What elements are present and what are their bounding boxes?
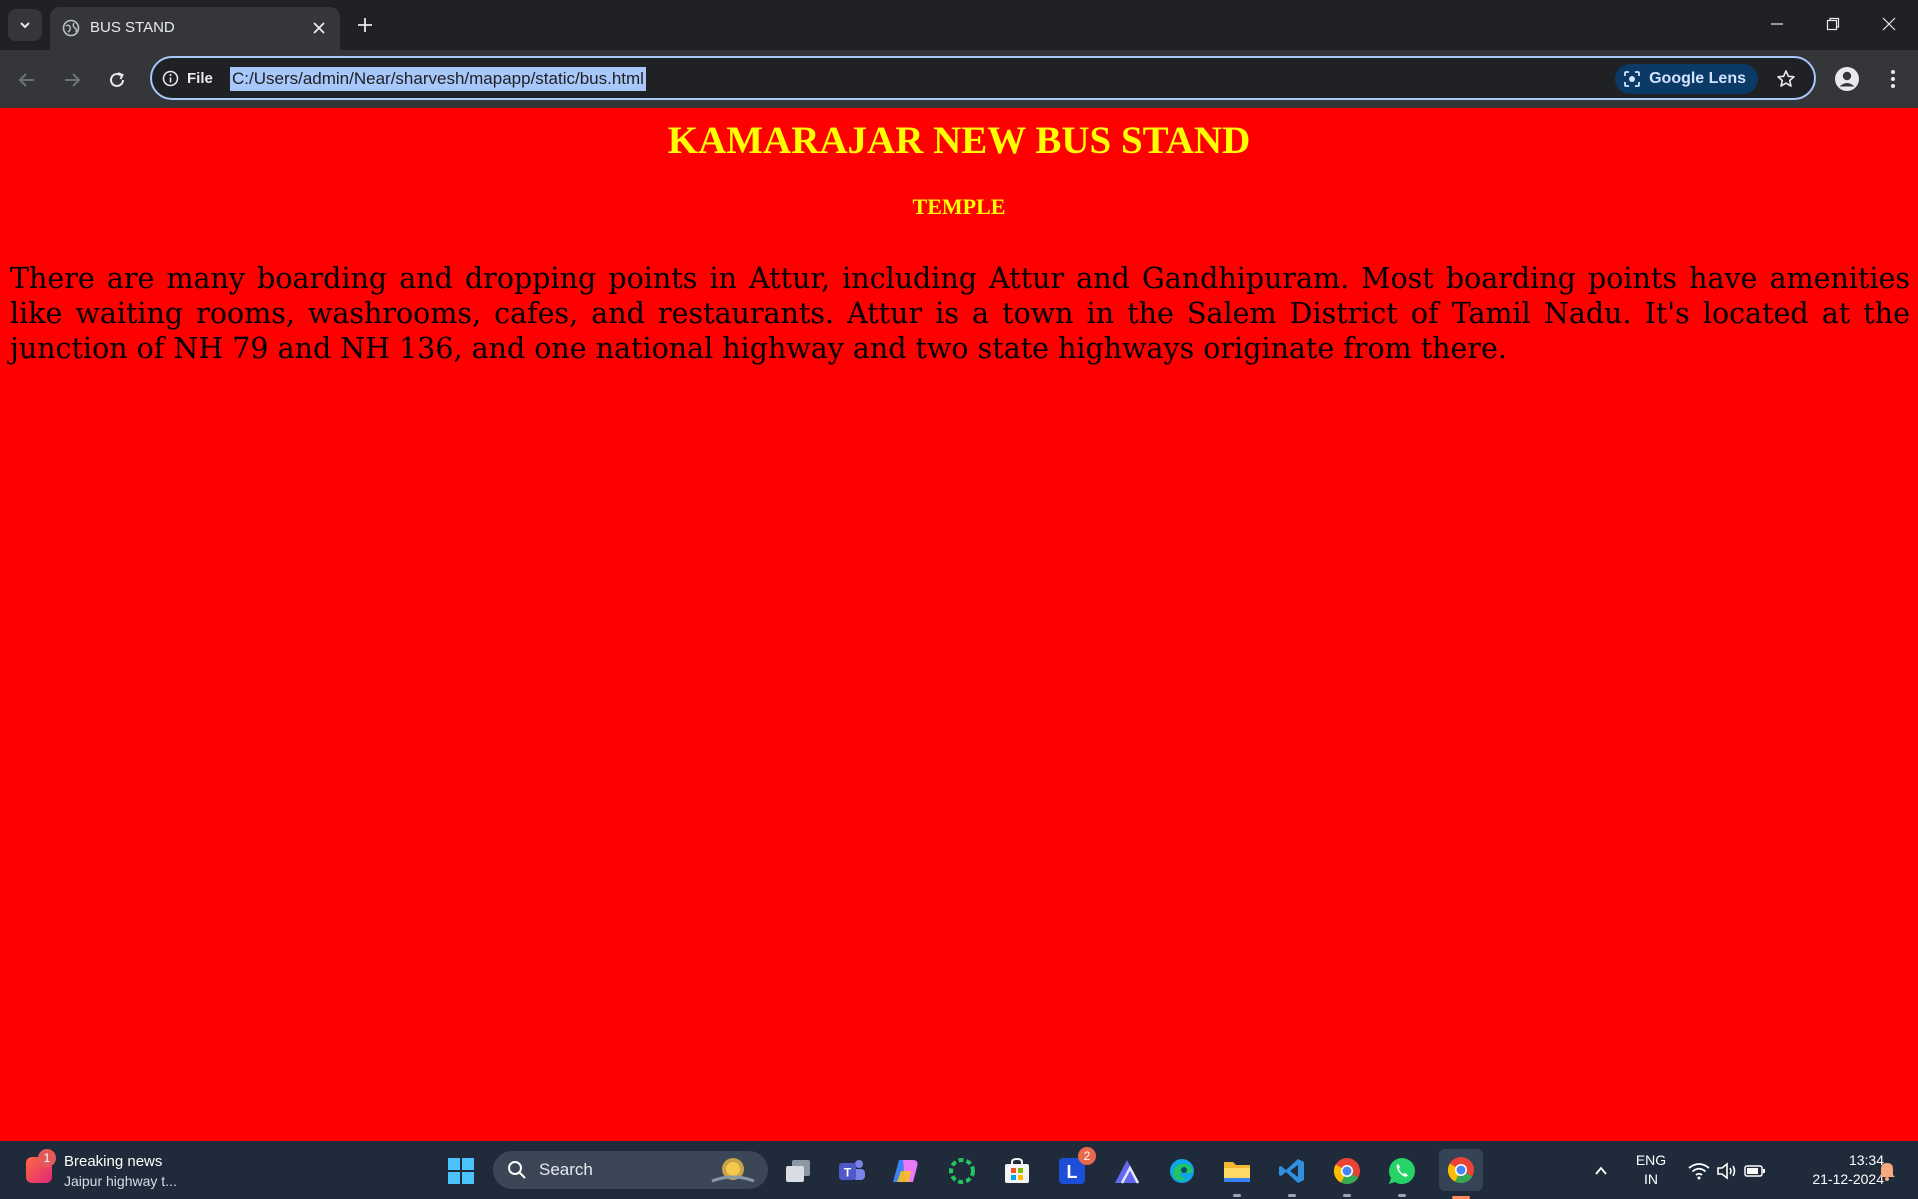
scheme-label: File <box>187 69 213 87</box>
file-explorer-icon <box>1224 1162 1250 1182</box>
whatsapp-icon <box>1389 1158 1415 1184</box>
page-paragraph: There are many boarding and dropping poi… <box>10 262 1910 365</box>
teams-icon: T <box>839 1160 865 1180</box>
chevron-up-icon <box>1595 1166 1607 1175</box>
search-icon <box>508 1161 526 1179</box>
restore-button[interactable] <box>1810 10 1856 38</box>
address-bar[interactable]: File C:/Users/admin/Near/sharvesh/mapapp… <box>150 56 1816 100</box>
avatar-icon <box>1835 67 1859 91</box>
language-line2: IN <box>1644 1171 1658 1187</box>
svg-text:L: L <box>1067 1162 1078 1182</box>
volume-icon <box>1717 1162 1736 1180</box>
edge-button[interactable] <box>1164 1153 1200 1189</box>
language-indicator[interactable]: ENG IN <box>1628 1151 1674 1189</box>
news-badge: 1 <box>38 1149 56 1167</box>
plus-icon <box>358 18 372 32</box>
page-subtitle: TEMPLE <box>912 194 1006 219</box>
bookmark-button[interactable] <box>1774 67 1798 91</box>
lens-label: Google Lens <box>1649 70 1746 87</box>
forward-button[interactable] <box>57 65 87 95</box>
browser-toolbar: File C:/Users/admin/Near/sharvesh/mapapp… <box>0 50 1918 108</box>
site-info-chip[interactable]: File <box>162 67 213 89</box>
chevron-down-icon <box>20 22 30 29</box>
lens-icon <box>1624 71 1640 87</box>
start-button[interactable] <box>443 1153 479 1189</box>
vscode-icon <box>1279 1159 1304 1183</box>
edge-icon <box>1170 1159 1194 1183</box>
copilot-icon <box>893 1160 918 1182</box>
l-app-button[interactable]: L 2 <box>1054 1147 1096 1189</box>
reload-button[interactable] <box>102 65 132 95</box>
clock-date: 21-12-2024 <box>1812 1171 1884 1187</box>
close-icon <box>1882 17 1896 31</box>
svg-text:T: T <box>844 1166 852 1180</box>
store-icon <box>1005 1157 1029 1183</box>
taskbar-search[interactable]: Search <box>493 1151 768 1189</box>
star-icon <box>1777 70 1795 87</box>
restore-icon <box>1826 17 1840 31</box>
news-title: Breaking news <box>64 1153 163 1170</box>
globe-icon <box>62 19 80 37</box>
store-button[interactable] <box>999 1153 1035 1189</box>
tab-title: BUS STAND <box>90 19 175 36</box>
chrome-button[interactable] <box>1329 1153 1365 1197</box>
news-widget[interactable]: 1 Breaking news Jaipur highway t... <box>22 1149 202 1193</box>
tab-bus-stand[interactable]: BUS STAND <box>50 7 340 50</box>
chrome-icon <box>1333 1158 1360 1185</box>
wifi-icon <box>1688 1163 1710 1180</box>
circular-app-icon <box>949 1158 975 1184</box>
running-indicator <box>1343 1194 1351 1197</box>
minimize-icon <box>1771 23 1783 25</box>
file-explorer-button[interactable] <box>1219 1153 1255 1197</box>
copilot-button[interactable] <box>888 1153 924 1189</box>
task-view-button[interactable] <box>780 1153 816 1189</box>
arrow-left-icon <box>18 73 34 87</box>
chrome-active-icon <box>1447 1157 1474 1184</box>
windows-start-icon <box>448 1158 474 1184</box>
vscode-button[interactable] <box>1274 1153 1310 1197</box>
tab-close-button[interactable] <box>308 17 330 39</box>
search-label: Search <box>539 1160 593 1179</box>
mountain-app-icon <box>1115 1160 1140 1184</box>
page-title: KAMARAJAR NEW BUS STAND <box>667 119 1251 162</box>
close-window-button[interactable] <box>1866 10 1912 38</box>
minimize-button[interactable] <box>1754 10 1800 38</box>
google-lens-button[interactable]: Google Lens <box>1615 64 1758 94</box>
reload-icon <box>110 72 124 87</box>
whatsapp-button[interactable] <box>1384 1153 1420 1197</box>
tab-search-button[interactable] <box>8 9 42 41</box>
web-page: KAMARAJAR NEW BUS STAND TEMPLE There are… <box>0 108 1918 1141</box>
arrow-right-icon <box>65 73 81 87</box>
running-indicator <box>1233 1194 1241 1197</box>
info-icon <box>162 70 179 86</box>
url-text[interactable]: C:/Users/admin/Near/sharvesh/mapapp/stat… <box>230 67 646 91</box>
quick-settings-button[interactable] <box>1682 1153 1772 1189</box>
circular-app-button[interactable] <box>944 1153 980 1189</box>
l-app-badge: 2 <box>1078 1147 1096 1165</box>
profile-button[interactable] <box>1832 64 1862 94</box>
notifications-button[interactable] <box>1870 1153 1904 1189</box>
new-tab-button[interactable] <box>352 12 378 38</box>
show-hidden-icons-button[interactable] <box>1586 1153 1616 1189</box>
search-highlight-icon <box>711 1158 755 1183</box>
mountain-app-button[interactable] <box>1110 1153 1146 1189</box>
more-vert-icon <box>1891 70 1895 88</box>
back-button[interactable] <box>12 65 42 95</box>
teams-button[interactable]: T <box>834 1153 870 1189</box>
browser-menu-button[interactable] <box>1878 64 1908 94</box>
running-indicator <box>1398 1194 1406 1197</box>
running-indicator <box>1288 1194 1296 1197</box>
clock-time: 13:34 <box>1848 1152 1884 1168</box>
bell-icon <box>1879 1163 1895 1181</box>
chrome-active-button[interactable] <box>1439 1149 1483 1199</box>
tab-strip: BUS STAND <box>0 0 1918 50</box>
news-subtitle: Jaipur highway t... <box>64 1173 177 1189</box>
battery-icon <box>1744 1165 1765 1177</box>
close-icon <box>313 22 325 34</box>
task-view-icon <box>786 1160 810 1182</box>
taskbar: 1 Breaking news Jaipur highway t... Sear… <box>0 1141 1918 1199</box>
language-line1: ENG <box>1635 1152 1667 1168</box>
clock[interactable]: 13:34 21-12-2024 <box>1780 1151 1884 1189</box>
